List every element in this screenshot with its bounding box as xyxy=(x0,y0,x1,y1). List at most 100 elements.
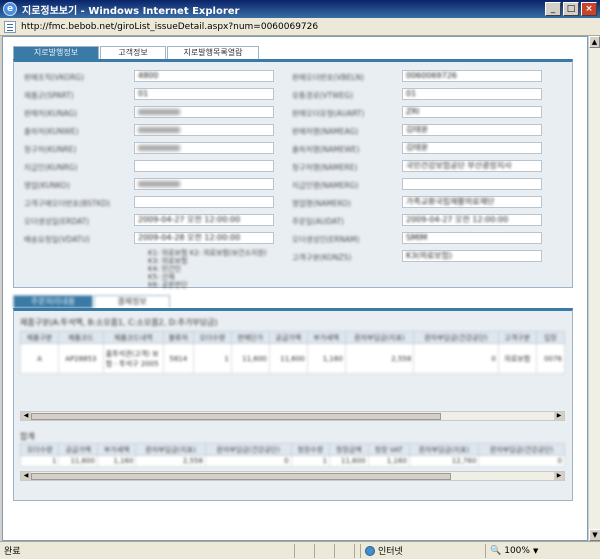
page-vscroll[interactable]: ▲ ▼ xyxy=(588,36,600,541)
label-kunag: 판매처(KUNAG) xyxy=(24,109,78,118)
col-header: 환자부담금(지표) xyxy=(344,331,415,344)
bottom-tab-bar: 주문처리내용 결제정보 xyxy=(13,295,171,308)
table-row[interactable]: 1 11,600 1,160 2,558 0 1 11,600 1,160 12… xyxy=(19,455,565,467)
field-kunag[interactable] xyxy=(134,106,274,118)
label-vdatu: 배송요청일(VDATU) xyxy=(24,235,90,244)
col-header: 부가세액 xyxy=(306,331,346,344)
scroll-up-icon[interactable]: ▲ xyxy=(589,36,600,48)
col-header: 부가세액 xyxy=(96,443,137,456)
col-header: 판매단가 xyxy=(230,331,270,344)
field-kunrg[interactable] xyxy=(134,160,274,172)
label-nameko: 영업명(NAMEKO) xyxy=(292,199,351,208)
tab-order-processing[interactable]: 주문처리내용 xyxy=(13,295,93,308)
label-vtweg: 유통경로(VTWEG) xyxy=(292,91,354,100)
product-table: 제품구분 제품코드 제품코드내역 물류처 오더수량 판매단가 공급가액 부가세액… xyxy=(20,331,566,374)
field-vtweg[interactable]: 01 xyxy=(402,88,542,100)
field-vbeln[interactable]: 0060069726 xyxy=(402,70,542,82)
field-kunwe[interactable] xyxy=(134,124,274,136)
close-window-button[interactable]: × xyxy=(581,2,597,16)
field-auart[interactable]: ZRI xyxy=(402,106,542,118)
zoom-control[interactable]: 🔍 100% ▼ xyxy=(485,543,538,558)
total-table-header: 오더수량 공급가액 부가세액 환자부담금(지표) 환자부담금(건강공단) 청장수… xyxy=(19,443,565,456)
label-auart: 판매오더유형(AUART) xyxy=(292,109,365,118)
col-header: 청장 VAT xyxy=(367,443,410,456)
globe-icon xyxy=(365,545,375,556)
top-tab-bar: 지로발행정보 고객정보 지로발행목록열람 xyxy=(13,46,260,59)
col-header: 청장금액 xyxy=(329,443,369,456)
col-header: 공급가액 xyxy=(268,331,308,344)
field-audat[interactable]: 2009-04-27 오전 12:00:00 xyxy=(402,214,542,226)
address-bar[interactable]: http://fmc.bebob.net/giroList_issueDetai… xyxy=(0,18,600,36)
col-header: 입장 xyxy=(535,331,566,344)
scroll-left-icon[interactable]: ◀ xyxy=(21,472,31,480)
label-namere: 청구처명(NAMERE) xyxy=(292,163,358,172)
total-table-hscroll[interactable]: ◀ ▶ xyxy=(20,471,565,481)
field-nameko[interactable]: 가족교환국립재활의료재단 xyxy=(402,196,542,208)
maximize-button[interactable]: □ xyxy=(563,2,579,16)
label-spart: 제품군(SPART) xyxy=(24,91,74,100)
col-header: 제품코드 xyxy=(57,331,104,344)
field-namere[interactable]: 국민건강보험공단 부산광장지사 xyxy=(402,160,542,172)
field-konzs[interactable]: K3(의료보험) xyxy=(402,250,542,262)
address-url[interactable]: http://fmc.bebob.net/giroList_issueDetai… xyxy=(21,22,318,32)
label-bstkd: 고객구매오더번호(BSTKD) xyxy=(24,199,111,208)
magnifier-icon: 🔍 xyxy=(490,545,502,556)
field-namerg[interactable] xyxy=(402,178,542,190)
scroll-right-icon[interactable]: ▶ xyxy=(554,412,564,420)
scroll-right-icon[interactable]: ▶ xyxy=(554,472,564,480)
field-namewe[interactable]: 김태윤 xyxy=(402,142,542,154)
legend-line: K6: 공문판단 xyxy=(148,281,188,289)
field-ernam[interactable]: SMIM xyxy=(402,232,542,244)
field-erdat[interactable]: 2009-04-27 오전 12:00:00 xyxy=(134,214,274,226)
label-erdat: 오더생성일(ERDAT) xyxy=(24,217,90,226)
col-header: 물류처 xyxy=(162,331,194,344)
label-namewe: 출하처명(NAMEWE) xyxy=(292,145,360,154)
label-kunwe: 출하처(KUNWE) xyxy=(24,127,79,136)
table-row[interactable]: A AP28853 홈투석관(고객) 보험 - 투석구 2005 5814 1 … xyxy=(20,343,566,374)
total-table: 오더수량 공급가액 부가세액 환자부담금(지표) 환자부담금(건강공단) 청장수… xyxy=(19,443,565,467)
field-bstkd[interactable] xyxy=(134,196,274,208)
col-header: 청장수량 xyxy=(290,443,331,456)
security-zone: 인터넷 xyxy=(360,543,485,558)
window-title: 지로정보보기 - Windows Internet Explorer xyxy=(22,5,240,17)
scroll-left-icon[interactable]: ◀ xyxy=(21,412,31,420)
label-kunre: 청구처(KUNRE) xyxy=(24,145,77,154)
tab-payment-info[interactable]: 결제정보 xyxy=(94,295,170,308)
product-table-header: 제품구분 제품코드 제품코드내역 물류처 오더수량 판매단가 공급가액 부가세액… xyxy=(20,331,566,344)
chevron-down-icon[interactable]: ▼ xyxy=(533,547,538,555)
label-audat: 주문일(AUDAT) xyxy=(292,217,344,226)
label-kunko: 영업(KUNKO) xyxy=(24,181,70,190)
field-vdatu[interactable]: 2009-04-28 오전 12:00:00 xyxy=(134,232,274,244)
tab-giro-issue-info[interactable]: 지로발행정보 xyxy=(13,46,99,59)
page-content: 지로발행정보 고객정보 지로발행목록열람 판매조직(VKORG) 4800 제품… xyxy=(2,36,588,559)
scroll-down-icon[interactable]: ▼ xyxy=(589,529,600,541)
label-konzs: 고객구분(KONZS) xyxy=(292,253,352,262)
col-header: 고객구분 xyxy=(497,331,537,344)
order-panel: 제품구분(A:투석액, B:소모품1, C:소모품2, D:추가부담금) 제품구… xyxy=(13,308,573,501)
product-section-title: 제품구분(A:투석액, B:소모품1, C:소모품2, D:추가부담금) xyxy=(20,318,218,327)
col-header: 오더수량 xyxy=(19,443,60,456)
product-table-hscroll[interactable]: ◀ ▶ xyxy=(20,411,565,421)
col-header: 제품구분 xyxy=(20,331,59,344)
page-icon xyxy=(4,20,16,33)
col-header: 환자부담금(건강공단) xyxy=(204,443,292,456)
col-header: 제품코드내역 xyxy=(102,331,164,344)
col-header: 환자부담금(지표) xyxy=(408,443,480,456)
tab-giro-issue-list[interactable]: 지로발행목록열람 xyxy=(167,46,259,59)
field-vkorg[interactable]: 4800 xyxy=(134,70,274,82)
label-vkorg: 판매조직(VKORG) xyxy=(24,73,85,82)
col-header: 오더수량 xyxy=(192,331,232,344)
field-kunko[interactable] xyxy=(134,178,274,190)
status-text: 완료 xyxy=(4,547,21,557)
col-header: 공급가액 xyxy=(58,443,98,456)
label-namerg: 지급인명(NAMERG) xyxy=(292,181,359,190)
col-header: 환자부담금(건강공단) xyxy=(478,443,565,456)
minimize-button[interactable]: _ xyxy=(545,2,561,16)
total-section-title: 합계 xyxy=(20,432,35,441)
field-nameag[interactable]: 김태윤 xyxy=(402,124,542,136)
field-spart[interactable]: 01 xyxy=(134,88,274,100)
col-header: 환자부담금(건강공단) xyxy=(413,331,499,344)
tab-customer-info[interactable]: 고객정보 xyxy=(100,46,166,59)
label-vbeln: 판매오더번호(VBELN) xyxy=(292,73,365,82)
field-kunre[interactable] xyxy=(134,142,274,154)
